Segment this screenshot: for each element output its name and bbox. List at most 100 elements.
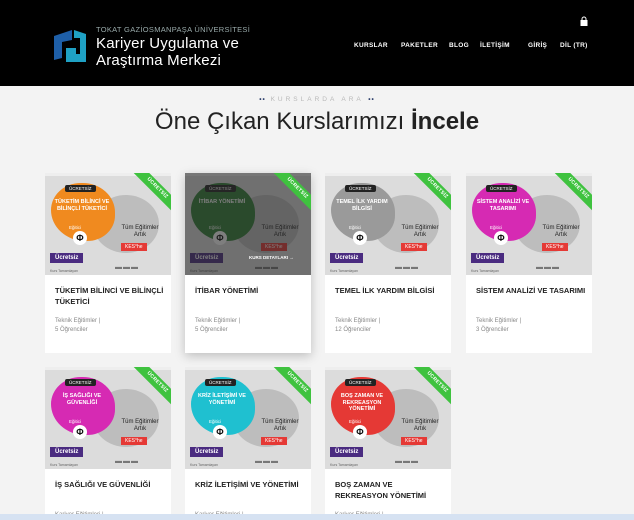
thumb-dots: ▬▬▬: [395, 264, 419, 271]
thumb-free-tag: ÜCRETSİZ: [345, 379, 376, 386]
free-badge: Ücretsiz: [330, 253, 364, 263]
thumb-kes-badge: KES°he: [121, 437, 147, 445]
thumb-instructor-label: Eğitici: [349, 419, 362, 424]
course-thumbnail[interactable]: ÜCRETSİZ TEMEL İLK YARDIM BİLGİSİ Eğitici Φ…: [325, 173, 451, 275]
course-name[interactable]: TEMEL İLK YARDIM BİLGİSİ: [335, 285, 445, 296]
thumb-kes-badge: KES°he: [401, 437, 427, 445]
thumb-tagline: Tüm Eğitimler Artık: [542, 225, 580, 238]
course-card[interactable]: ÜCRETSİZ TEMEL İLK YARDIM BİLGİSİ Eğitici Φ…: [325, 173, 451, 353]
thumb-instructor-label: Eğitici: [69, 225, 82, 230]
category-separator: |: [98, 318, 101, 324]
thumb-instructor-label: Eğitici: [349, 225, 362, 230]
course-name[interactable]: BOŞ ZAMAN VE REKREASYON YÖNETİMİ: [335, 479, 445, 501]
instructor-avatar-icon: Φ: [213, 425, 227, 439]
instructor-avatar-icon: Φ: [73, 231, 87, 245]
university-name: TOKAT GAZİOSMANPAŞA ÜNİVERSİTESİ: [96, 25, 251, 34]
nav-iletisim[interactable]: İLETİŞİM: [480, 42, 510, 49]
course-student-count: 5 Öğrenciler: [195, 327, 228, 333]
thumb-instructor-label: Eğitici: [209, 419, 222, 424]
course-card[interactable]: ÜCRETSİZ TÜKETİM BİLİNCİ VE BİLİNÇLİ TÜKE…: [45, 173, 171, 353]
thumb-footer-text: Kurs Tamamlayan: [50, 269, 78, 273]
brand-line-1[interactable]: Kariyer Uygulama ve: [96, 35, 239, 52]
category-separator: |: [378, 318, 381, 324]
course-category[interactable]: Teknik Eğitimler |: [195, 318, 240, 324]
course-thumbnail[interactable]: ÜCRETSİZ İŞ SAĞLIĞI VE GÜVENLİĞİ Eğitici Φ T…: [45, 367, 171, 469]
course-card[interactable]: ÜCRETSİZ İŞ SAĞLIĞI VE GÜVENLİĞİ Eğitici Φ T…: [45, 367, 171, 520]
thumb-dots: ▬▬▬: [536, 264, 560, 271]
nav-kurslar[interactable]: KURSLAR: [354, 42, 388, 49]
course-category[interactable]: Teknik Eğitimler |: [55, 318, 100, 324]
nav-paketler[interactable]: PAKETLER: [401, 42, 438, 49]
thumb-kes-badge: KES°he: [401, 243, 427, 251]
thumb-course-title: SİSTEM ANALİZİ VE TASARIMI: [476, 199, 530, 212]
course-card[interactable]: ÜCRETSİZİTİBAR YÖNETİMİEğiticiΦTüm Eğiti…: [185, 173, 311, 353]
section-subheading: •• KURSLARDA ARA ••: [259, 96, 375, 103]
thumb-dots: ▬▬▬: [395, 458, 419, 465]
thumb-course-title: BOŞ ZAMAN VE REKREASYON YÖNETİMİ: [340, 393, 384, 412]
logo-icon[interactable]: [52, 28, 88, 64]
thumb-footer-text: Kurs Tamamlayan: [471, 269, 499, 273]
thumb-kes-badge: KES°he: [261, 437, 287, 445]
course-name[interactable]: İŞ SAĞLIĞI VE GÜVENLİĞİ: [55, 479, 165, 490]
thumb-footer-text: Kurs Tamamlayan: [330, 269, 358, 273]
course-name[interactable]: KRİZ İLETİŞİMİ VE YÖNETİMİ: [195, 479, 305, 490]
free-badge: Ücretsiz: [50, 447, 84, 457]
thumb-footer-text: Kurs Tamamlayan: [190, 463, 218, 467]
course-student-count: 5 Öğrenciler: [55, 327, 88, 333]
thumb-kes-badge: KES°he: [542, 243, 568, 251]
course-details-link[interactable]: KURS DETAYLARI →: [249, 255, 294, 260]
thumb-dots: ▬▬▬: [115, 458, 139, 465]
course-name[interactable]: SİSTEM ANALİZİ VE TASARIMI: [476, 285, 586, 296]
instructor-avatar-icon: Φ: [494, 231, 508, 245]
course-thumbnail[interactable]: ÜCRETSİZ BOŞ ZAMAN VE REKREASYON YÖNETİMİ…: [325, 367, 451, 469]
nav-language[interactable]: DİL (TR): [560, 42, 588, 49]
course-category[interactable]: Teknik Eğitimler |: [476, 318, 521, 324]
thumb-instructor-label: Eğitici: [69, 419, 82, 424]
course-name[interactable]: İTİBAR YÖNETİMİ: [195, 285, 305, 296]
course-card[interactable]: ÜCRETSİZ KRİZ İLETİŞİMİ VE YÖNETİMİ Eğitic…: [185, 367, 311, 520]
brand-line-2[interactable]: Araştırma Merkezi: [96, 52, 221, 69]
instructor-avatar-icon: Φ: [353, 425, 367, 439]
course-thumbnail[interactable]: ÜCRETSİZ KRİZ İLETİŞİMİ VE YÖNETİMİ Eğitic…: [185, 367, 311, 469]
thumb-tagline: Tüm Eğitimler Artık: [261, 419, 299, 432]
course-student-count: 12 Öğrenciler: [335, 327, 372, 333]
instructor-avatar-icon: Φ: [353, 231, 367, 245]
free-badge: Ücretsiz: [50, 253, 84, 263]
course-category-text[interactable]: Teknik Eğitimler: [476, 318, 518, 324]
free-badge: Ücretsiz: [330, 447, 364, 457]
thumb-free-tag: ÜCRETSİZ: [65, 185, 96, 192]
course-category[interactable]: Teknik Eğitimler |: [335, 318, 380, 324]
category-separator: |: [238, 318, 241, 324]
lock-icon[interactable]: [580, 16, 588, 26]
thumb-dots: ▬▬▬: [255, 458, 279, 465]
thumb-instructor-label: Eğitici: [490, 225, 503, 230]
course-card[interactable]: ÜCRETSİZ BOŞ ZAMAN VE REKREASYON YÖNETİMİ…: [325, 367, 451, 520]
thumb-course-title: TEMEL İLK YARDIM BİLGİSİ: [336, 199, 388, 212]
section-title: Öne Çıkan Kurslarımızı İncele: [154, 108, 480, 135]
thumb-dots: ▬▬▬: [115, 264, 139, 271]
thumb-free-tag: ÜCRETSİZ: [65, 379, 96, 386]
course-student-count: 3 Öğrenciler: [476, 327, 509, 333]
course-thumbnail[interactable]: ÜCRETSİZ SİSTEM ANALİZİ VE TASARIMI Eğitic…: [466, 173, 592, 275]
thumb-course-title: KRİZ İLETİŞİMİ VE YÖNETİMİ: [198, 393, 246, 406]
thumb-tagline: Tüm Eğitimler Artık: [401, 225, 439, 238]
category-separator: |: [519, 318, 522, 324]
course-category-text[interactable]: Teknik Eğitimler: [55, 318, 97, 324]
nav-giris[interactable]: GİRİŞ: [528, 42, 547, 49]
course-name[interactable]: TÜKETİM BİLİNCİ VE BİLİNÇLİ TÜKETİCİ: [55, 285, 165, 307]
course-category-text[interactable]: Teknik Eğitimler: [195, 318, 237, 324]
course-thumbnail[interactable]: ÜCRETSİZ TÜKETİM BİLİNCİ VE BİLİNÇLİ TÜKE…: [45, 173, 171, 275]
thumb-tagline: Tüm Eğitimler Artık: [121, 419, 159, 432]
course-thumbnail[interactable]: ÜCRETSİZİTİBAR YÖNETİMİEğiticiΦTüm Eğiti…: [185, 173, 311, 275]
course-card[interactable]: ÜCRETSİZ SİSTEM ANALİZİ VE TASARIMI Eğitic…: [466, 173, 592, 353]
thumb-free-tag: ÜCRETSİZ: [345, 185, 376, 192]
thumb-free-tag: ÜCRETSİZ: [205, 379, 236, 386]
thumb-free-tag: ÜCRETSİZ: [486, 185, 517, 192]
thumb-tagline: Tüm Eğitimler Artık: [401, 419, 439, 432]
thumb-kes-badge: KES°he: [121, 243, 147, 251]
thumb-course-title: İŞ SAĞLIĞI VE GÜVENLİĞİ: [62, 393, 102, 406]
course-category-text[interactable]: Teknik Eğitimler: [335, 318, 377, 324]
nav-blog[interactable]: BLOG: [449, 42, 469, 49]
site-header: TOKAT GAZİOSMANPAŞA ÜNİVERSİTESİ Kariyer…: [0, 0, 634, 86]
bottom-scroll-strip: [0, 514, 634, 520]
